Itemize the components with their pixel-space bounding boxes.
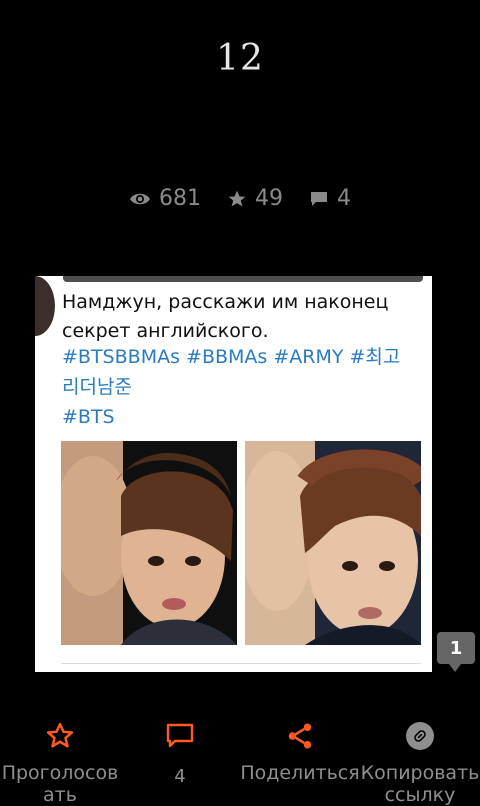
post-image[interactable]: Намджун, расскажи им наконец секрет англ… (35, 276, 432, 672)
comments-action[interactable]: 4 (120, 716, 240, 787)
rating-stat: 49 (227, 186, 283, 211)
comments-count-bottom: 4 (174, 766, 186, 787)
avatar (35, 276, 55, 336)
views-stat: 681 (129, 186, 201, 211)
rating-count: 49 (255, 186, 283, 211)
copy-link-label: Копировать ссылку (360, 762, 480, 806)
vote-label: Проголосов ать (1, 762, 119, 806)
comments-stat: 4 (309, 186, 351, 211)
page-number: 12 (216, 38, 264, 79)
comment-badge[interactable]: 1 (437, 632, 475, 672)
hashtags-line-3: #BTS (62, 406, 115, 428)
cropped-text-line (63, 276, 423, 282)
stats-row: 681 49 4 (0, 186, 480, 211)
photo-right (245, 441, 421, 645)
copy-link-action[interactable]: Копировать ссылку (360, 716, 480, 806)
eye-icon (129, 191, 151, 207)
comment-icon (309, 190, 329, 208)
comment-outline-icon (120, 716, 240, 756)
views-count: 681 (159, 186, 201, 211)
link-icon (360, 716, 480, 756)
tweet-text: Намджун, расскажи им наконец секрет англ… (62, 291, 389, 342)
vote-action[interactable]: Проголосов ать (0, 716, 120, 806)
hashtags: #BTSBBMAs #BBMAs #ARMY #최고 리더남준 #BTS (62, 342, 422, 432)
star-icon (227, 189, 247, 209)
share-action[interactable]: Поделиться (240, 716, 360, 784)
share-icon (240, 716, 360, 756)
star-outline-icon (0, 716, 120, 756)
comments-count: 4 (337, 186, 351, 211)
share-label: Поделиться (240, 762, 360, 784)
hashtags-line-1: #BTSBBMAs #BBMAs #ARMY #최고 (62, 346, 401, 368)
hashtags-line-2: 리더남준 (62, 376, 132, 398)
photo-left (61, 441, 237, 645)
tweet-actions-cut (61, 663, 421, 672)
bottom-action-bar: Проголосов ать 4 Поделиться Копировать с… (0, 716, 480, 806)
